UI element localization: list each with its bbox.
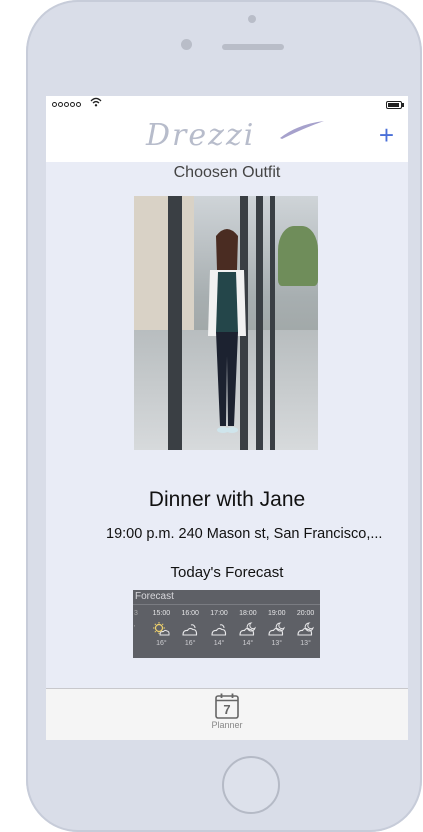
event-title: Dinner with Jane [148,488,306,511]
forecast-hour: 18:00 14° [233,608,262,649]
app-logo: Drezzi [146,118,256,153]
cloud-moon-icon [262,619,291,639]
forecast-hour: 17:00 14° [205,608,234,649]
status-bar [46,96,408,114]
model-figure [208,229,246,433]
front-camera [181,39,192,50]
forecast-hour: 15:00 16° [147,608,176,649]
event-details: 19:00 p.m. 240 Mason st, San Francisco,.… [106,526,383,542]
cloud-sun-icon [205,619,234,639]
forecast-hours: 3 ' 15:00 16° 16:00 16° 17:00 14° 18:00 … [133,608,320,649]
cloud-moon-icon [291,619,320,639]
calendar-day-number: 7 [223,702,231,717]
forecast-section-title: Today's Forecast [170,564,284,581]
outfit-section-title: Choosen Outfit [173,164,281,181]
battery-icon [386,101,404,109]
front-sensor [248,15,256,23]
forecast-hour: 19:00 13° [262,608,291,649]
forecast-hour: 20:00 13° [291,608,320,649]
wifi-icon [90,97,102,110]
signal-dots-icon [52,102,81,107]
cloud-sun-icon [176,619,205,639]
calendar-icon: 7 [215,693,239,719]
forecast-widget-header: Forecast [135,591,174,602]
home-button[interactable] [222,756,280,814]
outfit-photo[interactable] [134,196,318,450]
tab-label: Planner [211,720,243,730]
forecast-leading-edge: 3 ' [134,610,138,632]
tab-planner[interactable]: 7 Planner [201,693,253,739]
tab-bar: 7 Planner [46,688,408,740]
forecast-widget: Forecast 3 ' 15:00 16° 16:00 16° 17:00 1… [133,590,320,658]
sun-cloud-icon [147,619,176,639]
cloud-moon-icon [233,619,262,639]
add-button[interactable]: + [379,120,394,150]
forecast-hour: 16:00 16° [176,608,205,649]
logo-swoosh-icon [280,121,324,139]
navigation-bar: Drezzi + [46,114,408,162]
app-screen: Drezzi + Choosen Outfit Dinner with Jane… [46,96,408,740]
earpiece-speaker [222,44,284,50]
